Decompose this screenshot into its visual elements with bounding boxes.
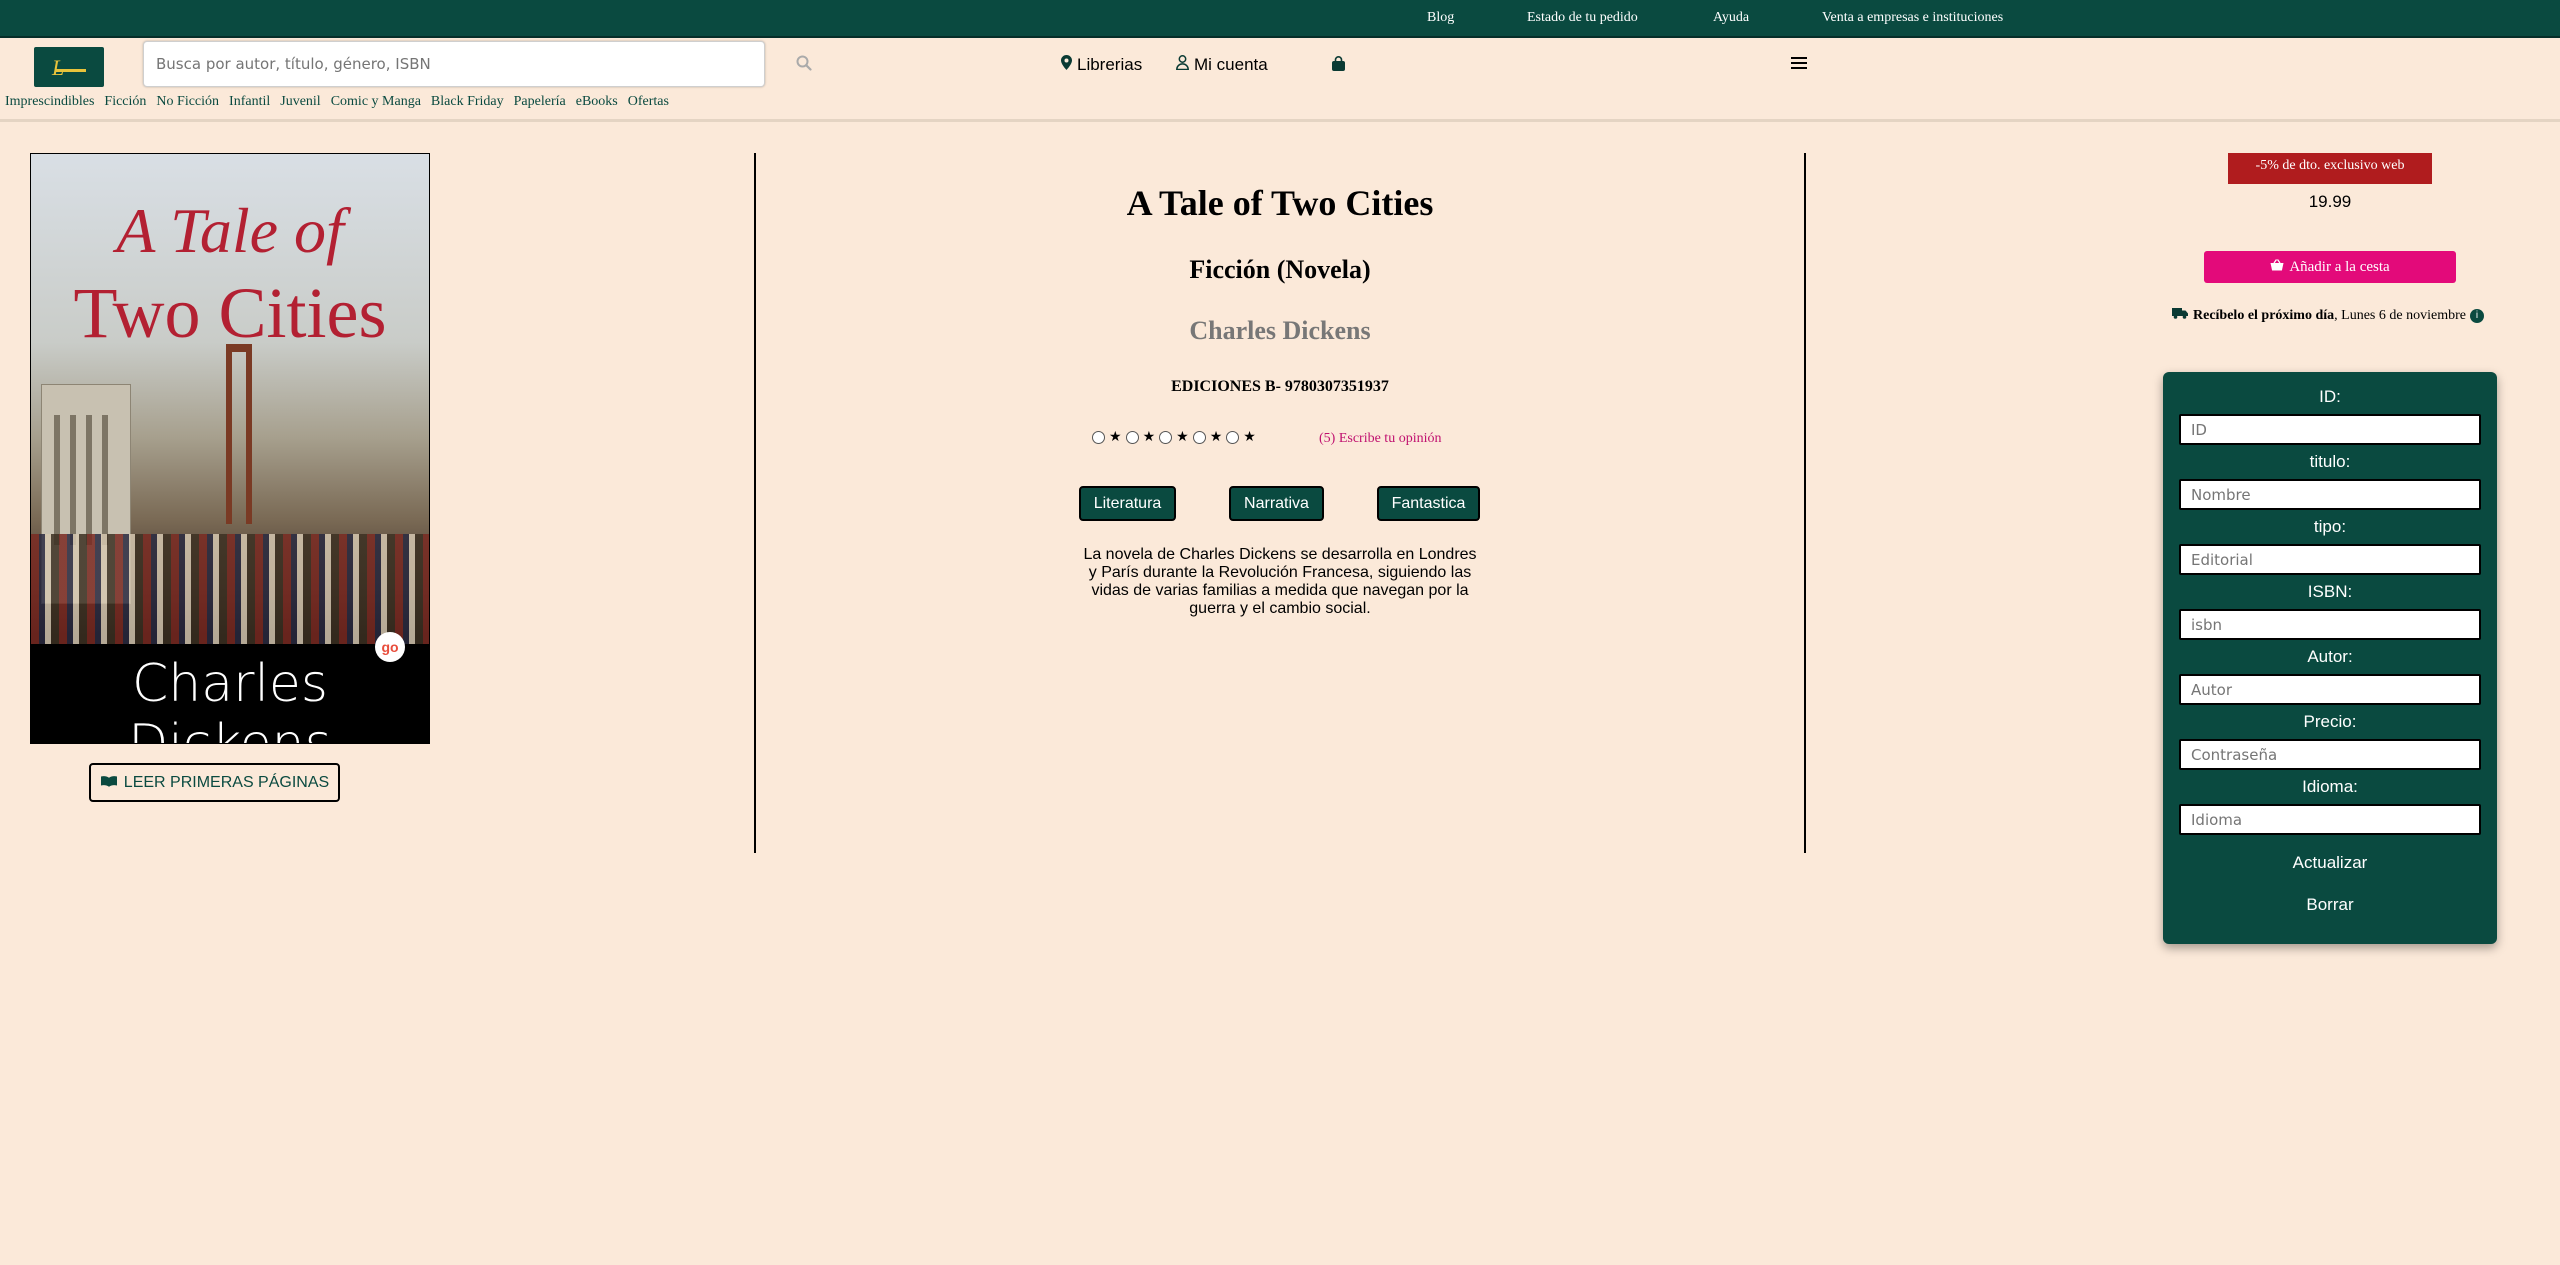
- field-label-isbn: ISBN:: [2307, 582, 2353, 601]
- account-link[interactable]: Mi cuenta: [1176, 55, 1268, 75]
- open-book-icon: [100, 774, 118, 792]
- book-cover: A Tale of Two Cities go Charles Dickens: [30, 153, 430, 744]
- tag-literatura[interactable]: Literatura: [1079, 486, 1176, 521]
- book-description: La novela de Charles Dickens se desarrol…: [1083, 546, 1477, 617]
- star-icon: ★: [1176, 429, 1189, 445]
- location-pin-icon: [1061, 55, 1072, 75]
- read-first-pages-label: LEER PRIMERAS PÁGINAS: [123, 773, 330, 791]
- field-label-idioma: Idioma:: [2302, 777, 2358, 796]
- category-link[interactable]: Black Friday: [431, 94, 504, 110]
- category-link[interactable]: Comic y Manga: [331, 94, 421, 110]
- book-author[interactable]: Charles Dickens: [1080, 316, 1480, 346]
- author-field[interactable]: [2179, 674, 2481, 705]
- category-nav: Imprescindibles Ficción No Ficción Infan…: [5, 94, 679, 110]
- topbar-link-help[interactable]: Ayuda: [1713, 10, 1749, 26]
- add-to-cart-label: Añadir a la cesta: [2289, 258, 2390, 275]
- truck-icon: [2172, 307, 2189, 324]
- left-divider: [754, 153, 756, 853]
- field-label-autor: Autor:: [2307, 647, 2353, 666]
- star-icon: ★: [1109, 429, 1122, 445]
- rating-radio[interactable]: [1159, 430, 1173, 444]
- star-icon: ★: [1142, 429, 1156, 445]
- category-link[interactable]: Ficción: [104, 94, 146, 110]
- field-label-titulo: titulo:: [2309, 452, 2351, 471]
- id-field[interactable]: [2179, 414, 2481, 445]
- basket-icon: [2270, 258, 2284, 276]
- category-link[interactable]: Ofertas: [628, 94, 669, 110]
- search-icon[interactable]: [796, 55, 812, 76]
- book-price: 19.99: [2308, 192, 2352, 211]
- cover-title-line2: Two Cities: [73, 273, 387, 353]
- book-title: A Tale of Two Cities: [1126, 183, 1434, 223]
- tag-narrativa[interactable]: Narrativa: [1229, 486, 1324, 521]
- field-label-tipo: tipo:: [2313, 517, 2347, 536]
- info-icon[interactable]: i: [2469, 308, 2484, 323]
- topbar-link-order-status[interactable]: Estado de tu pedido: [1527, 10, 1638, 26]
- logo-bar: [56, 69, 86, 72]
- book-genre: Ficción (Novela): [1189, 255, 1371, 284]
- add-to-cart-button[interactable]: Añadir a la cesta: [2204, 251, 2456, 283]
- write-review-link[interactable]: (5) Escribe tu opinión: [1319, 431, 1441, 447]
- title-field[interactable]: [2179, 479, 2481, 510]
- topbar-link-blog[interactable]: Blog: [1427, 10, 1454, 26]
- tag-fantastica[interactable]: Fantastica: [1377, 486, 1480, 521]
- star-icon: ★: [1209, 429, 1223, 445]
- rating-radio[interactable]: [1092, 430, 1105, 444]
- cover-crowd: [31, 534, 429, 644]
- update-button[interactable]: Actualizar: [2163, 853, 2497, 873]
- stores-link[interactable]: Librerias: [1061, 55, 1142, 75]
- delete-button[interactable]: Borrar: [2163, 895, 2497, 915]
- discount-badge: -5% de dto. exclusivo web: [2228, 153, 2432, 184]
- category-link[interactable]: No Ficción: [156, 94, 219, 110]
- rating-radio[interactable]: [1125, 430, 1139, 444]
- price-field[interactable]: [2179, 739, 2481, 770]
- category-link[interactable]: Papelería: [514, 94, 566, 110]
- star-icon: ★: [1243, 429, 1256, 445]
- read-first-pages-button[interactable]: LEER PRIMERAS PÁGINAS: [89, 763, 340, 802]
- star-rating: ★ ★ ★ ★ ★: [1092, 429, 1260, 445]
- search-input[interactable]: [144, 42, 764, 86]
- type-field[interactable]: [2179, 544, 2481, 575]
- category-link[interactable]: Infantil: [229, 94, 270, 110]
- rating-radio[interactable]: [1192, 430, 1206, 444]
- cover-author: Charles Dickens: [128, 654, 332, 744]
- isbn-field[interactable]: [2179, 609, 2481, 640]
- header-divider: [0, 119, 2560, 122]
- shopping-bag-icon[interactable]: [1331, 56, 1346, 77]
- logo-mark: L: [52, 55, 65, 80]
- delivery-date: , Lunes 6 de noviembre: [2334, 307, 2466, 323]
- stores-label: Librerias: [1077, 55, 1143, 74]
- cover-title-line1: A Tale of: [116, 195, 344, 266]
- search-box: [143, 41, 765, 87]
- right-divider: [1804, 153, 1806, 853]
- book-edit-form: ID: titulo: tipo: ISBN: Autor: Precio: I…: [2163, 372, 2497, 944]
- cover-guillotine: [226, 344, 252, 524]
- book-publisher-isbn: EDICIONES B- 9780307351937: [1171, 378, 1389, 395]
- field-label-id: ID:: [2319, 387, 2341, 406]
- account-label: Mi cuenta: [1194, 55, 1268, 74]
- topbar-link-business[interactable]: Venta a empresas e instituciones: [1822, 10, 2003, 26]
- field-label-precio: Precio:: [2303, 712, 2357, 731]
- category-link[interactable]: eBooks: [576, 94, 618, 110]
- delivery-info: Recíbelo el próximo día, Lunes 6 de novi…: [2172, 307, 2492, 324]
- user-icon: [1176, 55, 1189, 75]
- site-logo[interactable]: L: [34, 47, 104, 87]
- category-link[interactable]: Imprescindibles: [5, 94, 94, 110]
- menu-icon[interactable]: [1791, 57, 1807, 71]
- language-field[interactable]: [2179, 804, 2481, 835]
- delivery-bold: Recíbelo el próximo día: [2193, 307, 2335, 323]
- category-link[interactable]: Juvenil: [280, 94, 320, 110]
- rating-radio[interactable]: [1226, 430, 1240, 444]
- top-bar: Blog Estado de tu pedido Ayuda Venta a e…: [0, 0, 2560, 38]
